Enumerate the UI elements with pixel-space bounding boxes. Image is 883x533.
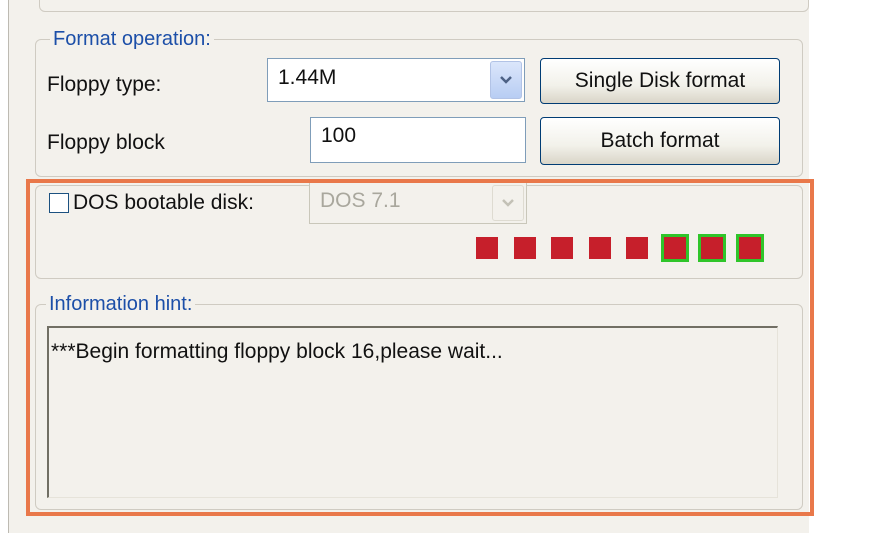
dos-version-select[interactable]: DOS 7.1	[309, 182, 527, 224]
floppy-block-label: Floppy block	[47, 131, 165, 154]
progress-block	[513, 237, 536, 259]
top-groupbox	[39, 0, 809, 12]
single-disk-format-button[interactable]: Single Disk format	[540, 58, 780, 104]
information-hint-textarea: ***Begin formatting floppy block 16,plea…	[47, 326, 778, 498]
progress-block	[701, 237, 723, 259]
floppy-block-input[interactable]: 100	[310, 117, 526, 163]
progress-block	[663, 237, 686, 259]
dos-bootable-checkbox[interactable]	[49, 193, 69, 213]
information-message: ***Begin formatting floppy block 16,plea…	[51, 340, 503, 363]
floppy-type-value: 1.44M	[278, 66, 337, 89]
progress-block	[551, 237, 573, 259]
format-operation-legend: Format operation:	[50, 28, 214, 50]
chevron-down-icon[interactable]	[490, 61, 522, 99]
information-hint-legend: Information hint:	[46, 293, 196, 315]
floppy-type-select[interactable]: 1.44M	[267, 58, 525, 102]
floppy-type-label: Floppy type:	[47, 73, 162, 96]
batch-format-button[interactable]: Batch format	[540, 117, 780, 165]
dos-version-value: DOS 7.1	[320, 189, 401, 212]
dos-bootable-label: DOS bootable disk:	[73, 191, 254, 214]
progress-block	[626, 237, 648, 259]
progress-block	[588, 237, 611, 259]
progress-block	[738, 237, 761, 259]
chevron-down-icon[interactable]	[492, 185, 524, 221]
progress-block	[476, 237, 498, 259]
